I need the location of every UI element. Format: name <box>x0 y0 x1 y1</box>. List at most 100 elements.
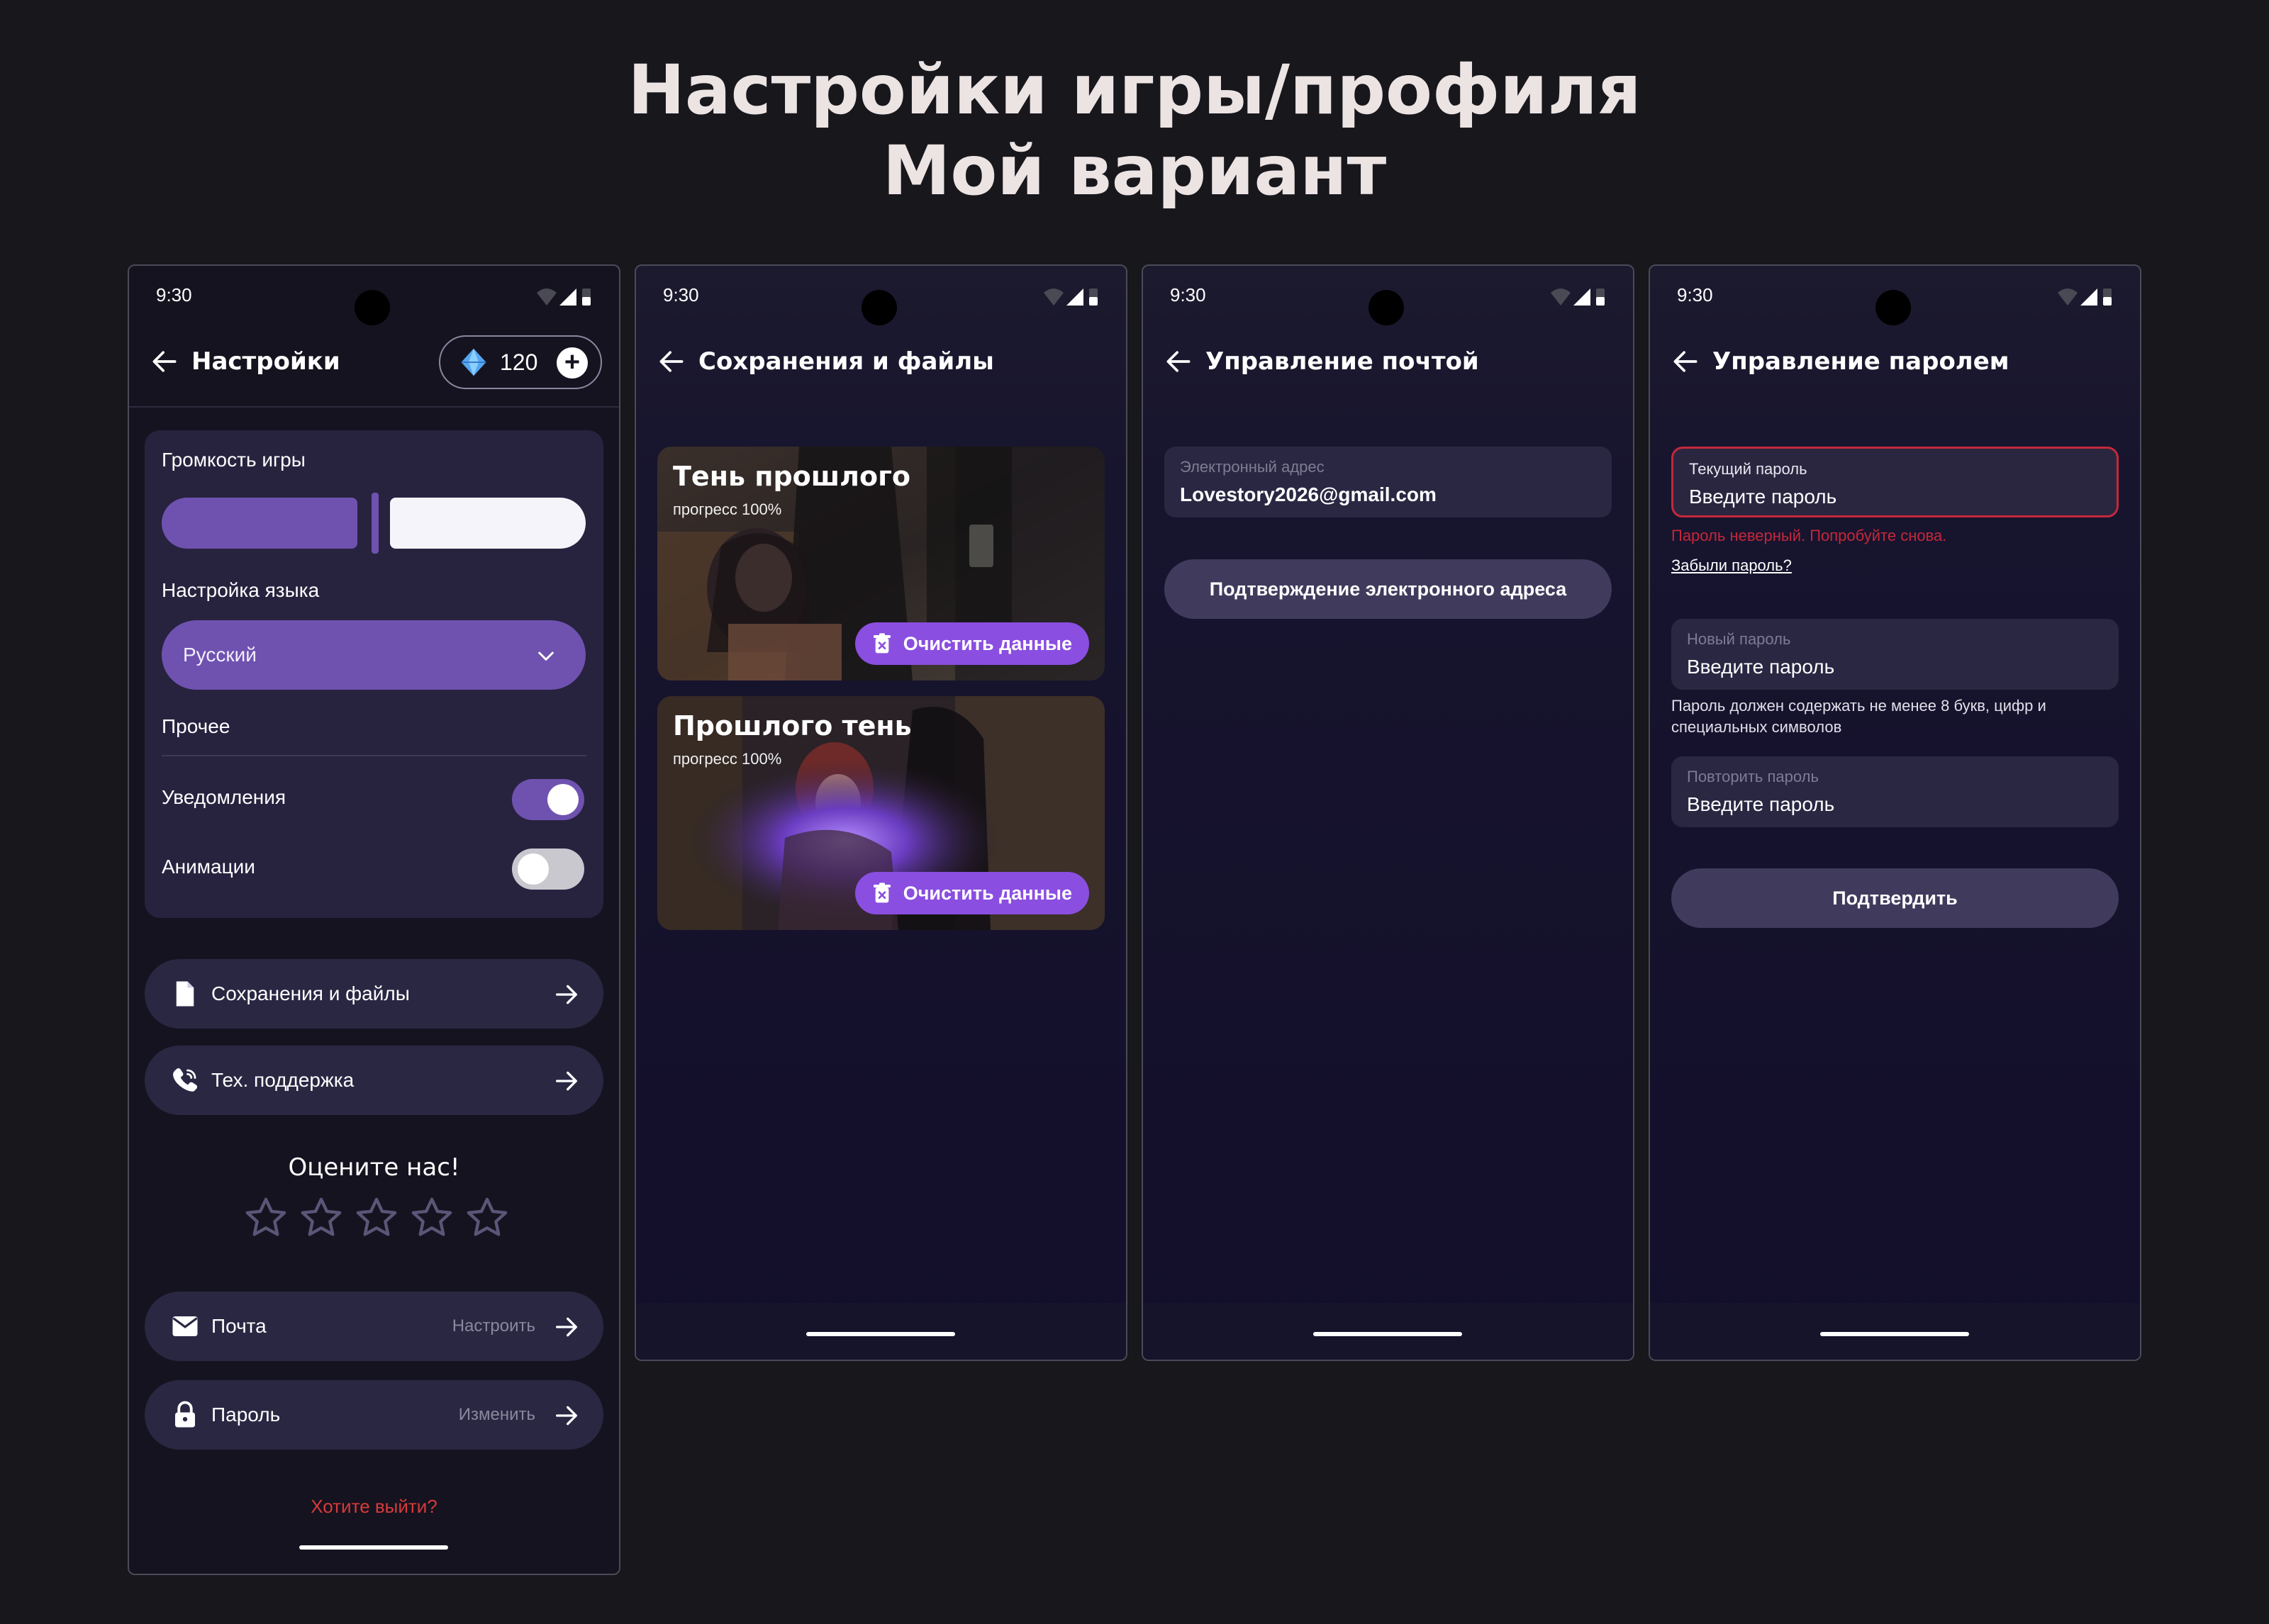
mail-row[interactable]: Почта Настроить <box>145 1292 603 1361</box>
page-title-line2: Мой вариант <box>882 131 1387 211</box>
language-value: Русский <box>183 644 257 666</box>
home-indicator[interactable] <box>1313 1332 1462 1336</box>
password-header: Управление паролем <box>1670 344 2009 379</box>
language-select[interactable]: Русский <box>162 620 586 690</box>
clear-data-button[interactable]: Очистить данные <box>854 872 1089 914</box>
password-row[interactable]: Пароль Изменить <box>145 1380 603 1450</box>
repeat-password-field[interactable]: Повторить пароль Введите пароль <box>1671 756 2119 827</box>
saves-header: Сохранения и файлы <box>656 344 994 379</box>
notifications-toggle[interactable] <box>512 779 584 820</box>
new-password-field[interactable]: Новый пароль Введите пароль <box>1671 619 2119 690</box>
password-change-hint: Изменить <box>458 1405 535 1424</box>
rate-us-title: Оцените нас! <box>288 1153 460 1182</box>
star-icon[interactable] <box>464 1194 511 1241</box>
current-password-label: Текущий пароль <box>1689 460 1807 478</box>
settings-screen: 9:30 Настройки 120 + Громкость игры Наст… <box>128 264 620 1575</box>
home-indicator[interactable] <box>299 1545 448 1550</box>
game-card: Тень прошлого прогресс 100% Очистить дан… <box>657 447 1105 681</box>
star-icon[interactable] <box>242 1194 289 1241</box>
current-password-field[interactable]: Текущий пароль Введите пароль <box>1671 447 2119 517</box>
camera-cutout <box>1368 290 1404 325</box>
bottom-band <box>1650 1303 2140 1360</box>
arrow-right-icon <box>552 1401 581 1430</box>
other-divider <box>162 755 586 756</box>
back-arrow-icon[interactable] <box>1670 346 1701 377</box>
saves-files-row[interactable]: Сохранения и файлы <box>145 959 603 1029</box>
animations-label: Анимации <box>162 856 255 878</box>
bottom-band <box>1143 1303 1633 1360</box>
status-time: 9:30 <box>663 284 699 306</box>
game-title: Тень прошлого <box>673 461 911 492</box>
email-field[interactable]: Электронный адрес Lovestory2026@gmail.co… <box>1164 447 1612 517</box>
arrow-right-icon <box>552 1313 581 1341</box>
saves-files-label: Сохранения и файлы <box>211 982 410 1004</box>
password-error-text: Пароль неверный. Попробуйте снова. <box>1671 527 1947 544</box>
volume-label: Громкость игры <box>162 449 306 471</box>
clear-data-label: Очистить данные <box>903 632 1072 654</box>
back-arrow-icon[interactable] <box>1163 346 1194 377</box>
mail-configure-hint: Настроить <box>452 1316 535 1335</box>
star-icon[interactable] <box>298 1194 345 1241</box>
chevron-down-icon <box>538 651 554 661</box>
game-progress: прогресс 100% <box>673 750 782 768</box>
home-indicator[interactable] <box>1820 1332 1969 1336</box>
game-title: Прошлого тень <box>673 710 912 741</box>
volume-slider-track[interactable] <box>390 498 586 549</box>
mail-label: Почта <box>211 1315 267 1337</box>
rating-stars[interactable] <box>242 1194 511 1241</box>
trash-icon <box>871 632 893 655</box>
bottom-band <box>636 1303 1126 1360</box>
notifications-label: Уведомления <box>162 786 286 808</box>
page-title-line1: Настройки игры/профиля <box>628 50 1641 130</box>
language-label: Настройка языка <box>162 579 320 601</box>
email-screen: 9:30 Управление почтой Электронный адрес… <box>1142 264 1634 1361</box>
add-gems-icon[interactable]: + <box>557 347 588 379</box>
lock-icon <box>175 1401 195 1428</box>
email-field-value: Lovestory2026@gmail.com <box>1180 483 1437 505</box>
password-label: Пароль <box>211 1404 281 1426</box>
arrow-right-icon <box>552 980 581 1009</box>
mail-icon <box>172 1316 198 1336</box>
status-time: 9:30 <box>156 284 192 306</box>
settings-title: Настройки <box>191 347 340 376</box>
email-title: Управление почтой <box>1205 347 1479 376</box>
gem-count: 120 <box>500 349 538 375</box>
new-password-label: Новый пароль <box>1687 630 1791 648</box>
support-row[interactable]: Тех. поддержка <box>145 1046 603 1115</box>
volume-slider-fill[interactable] <box>162 498 357 549</box>
star-icon[interactable] <box>353 1194 400 1241</box>
back-arrow-icon[interactable] <box>149 346 180 377</box>
password-requirements-hint: Пароль должен содержать не менее 8 букв,… <box>1671 697 2046 736</box>
system-status-icons <box>535 286 592 308</box>
header-divider <box>129 406 619 408</box>
support-label: Тех. поддержка <box>211 1069 355 1091</box>
status-time: 9:30 <box>1677 284 1713 306</box>
camera-cutout <box>355 290 390 325</box>
camera-cutout <box>862 290 897 325</box>
confirm-email-button[interactable]: Подтверждение электронного адреса <box>1164 559 1612 619</box>
forgot-password-link[interactable]: Забыли пароль? <box>1671 556 1792 575</box>
camera-cutout <box>1875 290 1911 325</box>
toggle-knob <box>547 784 579 815</box>
game-progress: прогресс 100% <box>673 500 782 518</box>
animations-toggle[interactable] <box>512 849 584 890</box>
file-icon <box>176 981 194 1007</box>
star-icon[interactable] <box>408 1194 455 1241</box>
home-indicator[interactable] <box>806 1332 955 1336</box>
clear-data-label: Очистить данные <box>903 882 1072 904</box>
current-password-placeholder: Введите пароль <box>1689 486 1837 508</box>
back-arrow-icon[interactable] <box>656 346 687 377</box>
trash-icon <box>871 882 893 905</box>
gem-icon <box>461 348 486 376</box>
gem-balance[interactable]: 120 + <box>439 335 602 389</box>
confirm-password-button[interactable]: Подтвердить <box>1671 868 2119 928</box>
new-password-placeholder: Введите пароль <box>1687 656 1835 678</box>
system-status-icons <box>1549 286 1606 308</box>
volume-slider-thumb[interactable] <box>372 493 379 554</box>
logout-link[interactable]: Хотите выйти? <box>129 1496 619 1518</box>
arrow-right-icon <box>552 1067 581 1095</box>
email-header: Управление почтой <box>1163 344 1479 379</box>
status-time: 9:30 <box>1170 284 1206 306</box>
page-title: Настройки игры/профиля Мой вариант <box>0 50 2269 211</box>
clear-data-button[interactable]: Очистить данные <box>854 622 1089 665</box>
